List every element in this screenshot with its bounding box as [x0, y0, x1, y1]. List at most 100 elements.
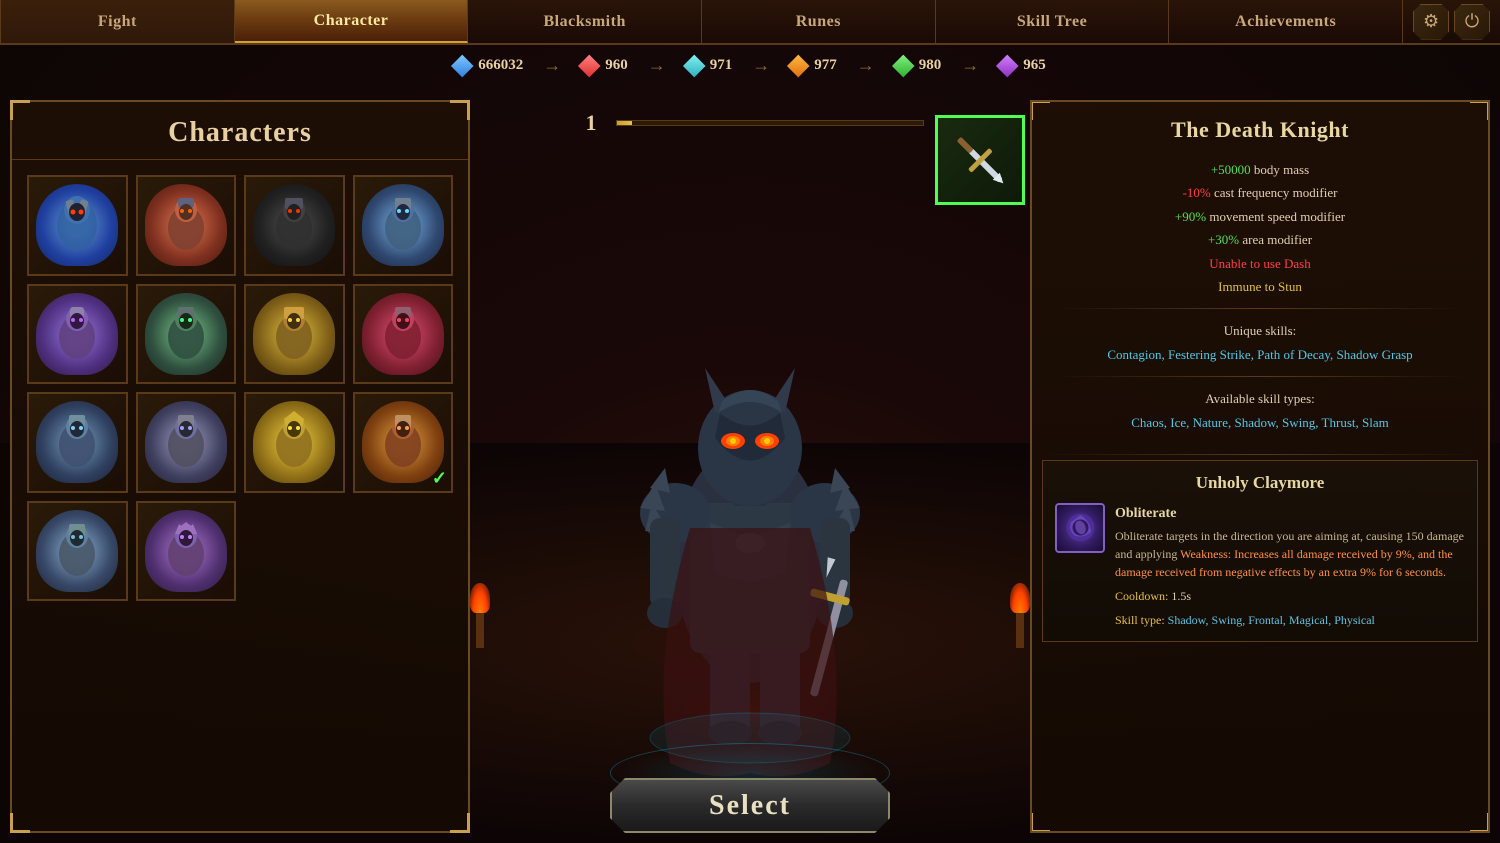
cyan-value: 971 — [710, 57, 733, 74]
skill-types-header: Available skill types: — [1205, 391, 1315, 406]
char-card-14[interactable] — [136, 501, 237, 602]
green-value: 980 — [919, 57, 942, 74]
move-speed-value: +90% — [1175, 209, 1206, 224]
tab-achievements[interactable]: Achievements — [1169, 0, 1403, 43]
area-value: +30% — [1208, 232, 1239, 247]
right-corner-tl — [1030, 100, 1050, 120]
char-avatar-11 — [253, 401, 335, 483]
gem-purple-icon — [996, 54, 1019, 77]
char-avatar-14 — [145, 510, 227, 592]
char-avatar-4 — [362, 184, 444, 266]
currency-gems: 666032 — [454, 57, 523, 74]
char-avatar-3 — [253, 184, 335, 266]
character-info-panel: The Death Knight +50000 body mass -10% c… — [1030, 100, 1490, 833]
currency-arrow-1: → — [543, 55, 561, 76]
ability-name: Obliterate — [1115, 503, 1465, 524]
currency-arrow-5: → — [961, 55, 979, 76]
gems-value: 666032 — [478, 57, 523, 74]
char-card-8[interactable] — [353, 284, 454, 385]
char-card-12[interactable] — [353, 392, 454, 493]
tab-skill-tree[interactable]: Skill Tree — [936, 0, 1170, 43]
stat-move-speed: +90% movement speed modifier — [1052, 205, 1468, 228]
tab-fight[interactable]: Fight — [0, 0, 235, 43]
character-grid — [12, 160, 468, 616]
gem-red-icon — [578, 54, 601, 77]
area-label: area modifier — [1242, 232, 1312, 247]
gem-green-icon — [891, 54, 914, 77]
characters-panel-title: Characters — [12, 102, 468, 160]
top-navigation: Fight Character Blacksmith Runes Skill T… — [0, 0, 1500, 45]
weapon-slot[interactable] — [935, 115, 1025, 205]
currency-orange: 977 — [790, 57, 837, 74]
weapon-card: Unholy Claymore Obliterate Obliterate ta… — [1042, 460, 1478, 642]
tab-runes[interactable]: Runes — [702, 0, 936, 43]
corner-tr — [450, 100, 470, 120]
char-avatar-6 — [145, 293, 227, 375]
center-area: 1 — [460, 100, 1040, 843]
right-corner-br — [1470, 813, 1490, 833]
corner-bl — [10, 813, 30, 833]
char-card-2[interactable] — [136, 175, 237, 276]
select-button[interactable]: Select — [610, 778, 890, 833]
cast-freq-label: cast frequency modifier — [1214, 185, 1337, 200]
skill-types-section: Available skill types: — [1052, 387, 1468, 410]
character-name: The Death Knight — [1052, 117, 1468, 143]
level-number: 1 — [576, 110, 606, 136]
skill-types-list: Chaos, Ice, Nature, Shadow, Swing, Thrus… — [1052, 411, 1468, 434]
corner-tl — [10, 100, 30, 120]
orange-value: 977 — [814, 57, 837, 74]
char-card-11[interactable] — [244, 392, 345, 493]
currency-bar: 666032 → 960 → 971 → 977 → 980 → 965 — [454, 55, 1046, 76]
tab-character[interactable]: Character — [235, 0, 469, 43]
stat-cast-freq: -10% cast frequency modifier — [1052, 181, 1468, 204]
stat-area: +30% area modifier — [1052, 228, 1468, 251]
ability-icon — [1055, 503, 1105, 553]
level-bar: 1 — [576, 100, 924, 146]
skill-type-label: Skill type: — [1115, 613, 1165, 627]
skill-type-line: Skill type: Shadow, Swing, Frontal, Magi… — [1115, 611, 1465, 629]
character-info: The Death Knight +50000 body mass -10% c… — [1032, 102, 1488, 449]
level-fill — [617, 121, 632, 125]
cast-freq-value: -10% — [1183, 185, 1211, 200]
skill-type-values: Shadow, Swing, Frontal, Magical, Physica… — [1168, 613, 1375, 627]
char-avatar-9 — [36, 401, 118, 483]
nav-right-buttons: ⚙ ⏻ — [1403, 0, 1500, 43]
red-value: 960 — [605, 57, 628, 74]
right-corner-tr — [1470, 100, 1490, 120]
char-avatar-10 — [145, 401, 227, 483]
char-card-10[interactable] — [136, 392, 237, 493]
currency-green: 980 — [895, 57, 942, 74]
currency-arrow-3: → — [752, 55, 770, 76]
cooldown-label: Cooldown: — [1115, 589, 1168, 603]
tab-blacksmith[interactable]: Blacksmith — [468, 0, 702, 43]
exit-button[interactable]: ⏻ — [1454, 4, 1490, 40]
currency-arrow-4: → — [857, 55, 875, 76]
weapon-ability-row: Obliterate Obliterate targets in the dir… — [1055, 503, 1465, 629]
char-card-3[interactable] — [244, 175, 345, 276]
body-mass-value: +50000 — [1211, 162, 1251, 177]
cooldown-value: 1.5s — [1171, 589, 1191, 603]
char-card-6[interactable] — [136, 284, 237, 385]
currency-arrow-2: → — [648, 55, 666, 76]
weapon-icon — [945, 125, 1015, 195]
divider-3 — [1042, 454, 1478, 455]
char-card-9[interactable] — [27, 392, 128, 493]
gem-cyan-icon — [682, 54, 705, 77]
divider-2 — [1052, 376, 1468, 377]
stun-label: Immune to Stun — [1218, 279, 1302, 294]
settings-button[interactable]: ⚙ — [1413, 4, 1449, 40]
char-card-13[interactable] — [27, 501, 128, 602]
char-card-7[interactable] — [244, 284, 345, 385]
stat-dash: Unable to use Dash — [1052, 252, 1468, 275]
divider-1 — [1052, 308, 1468, 309]
char-card-5[interactable] — [27, 284, 128, 385]
currency-cyan: 971 — [686, 57, 733, 74]
char-card-4[interactable] — [353, 175, 454, 276]
unique-skills-section: Unique skills: — [1052, 319, 1468, 342]
char-card-1[interactable] — [27, 175, 128, 276]
death-knight-figure — [570, 283, 930, 783]
char-avatar-2 — [145, 184, 227, 266]
dash-label: Unable to use Dash — [1209, 256, 1310, 271]
char-avatar-7 — [253, 293, 335, 375]
unique-skills-header: Unique skills: — [1224, 323, 1297, 338]
